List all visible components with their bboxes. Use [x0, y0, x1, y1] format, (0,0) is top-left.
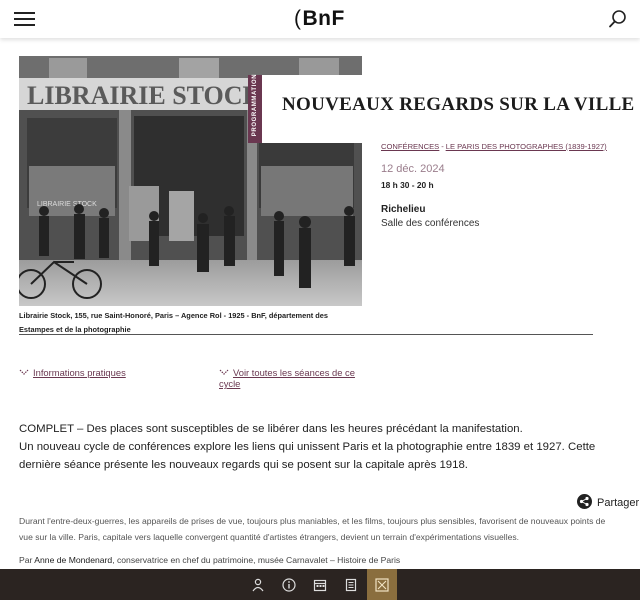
event-room: Salle des conférences	[381, 218, 480, 229]
event-description: Durant l'entre-deux-guerres, les apparei…	[19, 516, 606, 542]
logo-text: BnF	[302, 7, 345, 30]
share-icon	[577, 494, 592, 509]
event-venue: Richelieu	[381, 204, 426, 215]
event-time: 18 h 30 - 20 h	[381, 180, 434, 190]
breadcrumb-conferences[interactable]: CONFÉRENCES	[381, 142, 439, 151]
event-author: Par Anne de Mondenard, conservatrice en …	[19, 555, 619, 565]
page-title: NOUVEAUX REGARDS SUR LA VILLE	[282, 94, 635, 115]
breadcrumb: CONFÉRENCES - LE PARIS DES PHOTOGRAPHES (1…	[381, 142, 631, 151]
author-role: , conservatrice en chef du patrimoine, m…	[112, 555, 401, 565]
library-icon[interactable]	[367, 569, 397, 600]
all-sessions-label[interactable]: Voir toutes les séances de ce cycle	[219, 367, 355, 389]
category-tab: PROGRAMMATION	[248, 74, 262, 143]
caption-divider	[19, 334, 593, 335]
practical-info-label[interactable]: Informations pratiques	[33, 367, 126, 378]
shop-sign-text: LIBRAIRIE STOCK	[27, 81, 264, 110]
breadcrumb-separator: -	[441, 142, 444, 151]
all-sessions-link[interactable]: Voir toutes les séances de ce cycle	[219, 367, 359, 389]
author-name: Anne de Mondenard	[34, 555, 113, 565]
bottom-toolbar	[0, 569, 640, 600]
chevron-down-icon	[219, 367, 229, 378]
calendar-icon[interactable]	[305, 569, 335, 600]
share-label: Partager	[597, 497, 640, 509]
catalogue-icon[interactable]	[336, 569, 366, 600]
site-header: (BnF	[0, 0, 640, 38]
category-tab-label: PROGRAMMATION	[252, 73, 258, 137]
breadcrumb-cycle[interactable]: LE PARIS DES PHOTOGRAPHES (1839-1927)	[446, 142, 607, 151]
hamburger-icon[interactable]	[14, 12, 35, 26]
share-button[interactable]: Partager	[577, 494, 639, 509]
event-date: 12 déc. 2024	[381, 163, 445, 175]
author-prefix: Par	[19, 555, 33, 565]
event-meta: CONFÉRENCES - LE PARIS DES PHOTOGRAPHES (1…	[381, 142, 631, 229]
availability-status: COMPLET – Des places sont susceptibles d…	[19, 423, 523, 435]
intro-paragraph: Un nouveau cycle de conférences explore …	[19, 441, 596, 471]
search-icon[interactable]	[608, 9, 628, 29]
bnf-logo[interactable]: (BnF	[294, 7, 345, 31]
visitor-icon[interactable]	[243, 569, 273, 600]
logo-paren: (	[294, 7, 302, 30]
event-intro: COMPLET – Des places sont susceptibles d…	[19, 420, 619, 474]
practical-info-link[interactable]: Informations pratiques	[19, 367, 126, 378]
info-icon[interactable]	[274, 569, 304, 600]
photo-caption: Librairie Stock, 155, rue Saint-Honoré, …	[19, 311, 328, 334]
chevron-down-icon	[19, 368, 29, 377]
